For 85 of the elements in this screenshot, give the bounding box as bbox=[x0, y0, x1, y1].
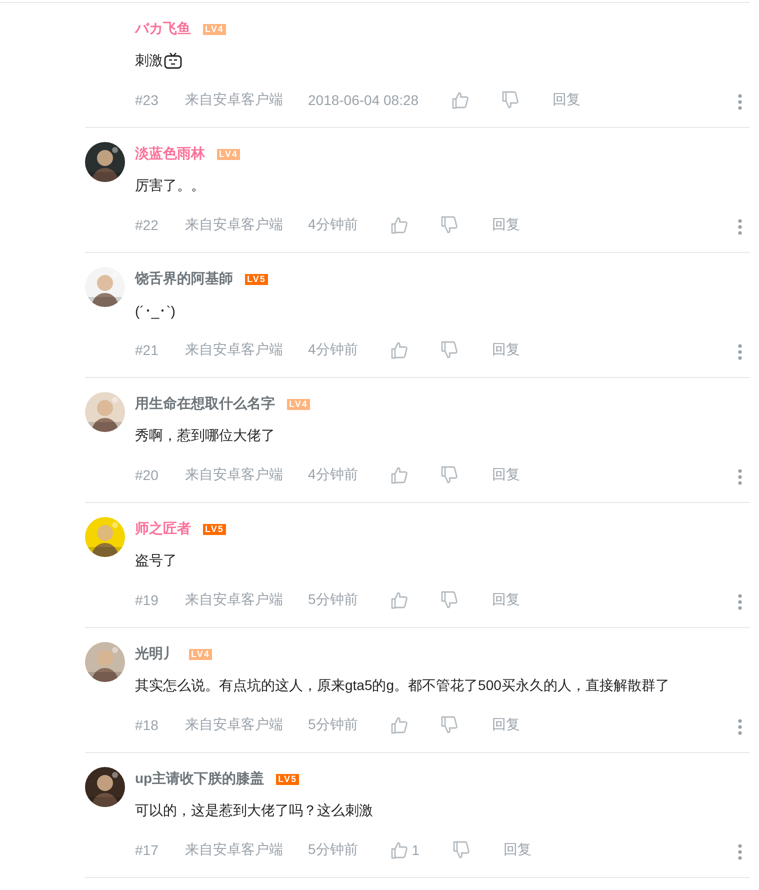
comment-text: 厉害了。。 bbox=[135, 177, 205, 195]
thumbs-down-icon bbox=[440, 216, 458, 234]
more-options-icon[interactable] bbox=[738, 344, 742, 363]
like-button[interactable] bbox=[450, 91, 469, 109]
thumbs-up-icon bbox=[390, 841, 408, 859]
thumbs-up-icon bbox=[390, 216, 408, 234]
more-options-icon[interactable] bbox=[738, 719, 742, 738]
level-badge: LV5 bbox=[276, 774, 299, 784]
thumbs-down-icon bbox=[440, 716, 458, 734]
source-label: 来自安卓客户端 bbox=[185, 466, 283, 484]
floor-number: #17 bbox=[135, 842, 160, 858]
comment-time: 2018-06-04 08:28 bbox=[308, 92, 419, 108]
user-name[interactable]: 师之匠者 bbox=[135, 520, 191, 538]
comment-text: 可以的，这是惹到大佬了吗？这么刺激 bbox=[135, 802, 373, 820]
floor-number: #18 bbox=[135, 717, 160, 733]
thumbs-down-icon bbox=[440, 466, 458, 484]
comment-time: 4分钟前 bbox=[308, 466, 358, 484]
dislike-button[interactable] bbox=[440, 341, 458, 359]
floor-number: #21 bbox=[135, 342, 160, 358]
more-options-icon[interactable] bbox=[738, 94, 742, 113]
like-button[interactable]: 1 bbox=[390, 841, 420, 859]
dislike-button[interactable] bbox=[440, 466, 458, 484]
reply-button[interactable]: 回复 bbox=[492, 216, 520, 234]
reply-button[interactable]: 回复 bbox=[492, 716, 520, 734]
like-button[interactable] bbox=[390, 216, 408, 234]
comment-time: 5分钟前 bbox=[308, 841, 358, 859]
thumbs-down-icon bbox=[500, 91, 519, 109]
more-options-icon[interactable] bbox=[738, 844, 742, 863]
user-name[interactable]: 饶舌界的阿基師 bbox=[135, 270, 233, 288]
thumbs-up-icon bbox=[390, 341, 408, 359]
comment-time: 5分钟前 bbox=[308, 716, 358, 734]
user-name[interactable]: 淡蓝色雨林 bbox=[135, 145, 205, 163]
dislike-button[interactable] bbox=[440, 716, 458, 734]
floor-number: #22 bbox=[135, 217, 160, 233]
source-label: 来自安卓客户端 bbox=[185, 216, 283, 234]
thumbs-up-icon bbox=[450, 91, 469, 109]
comment-text: 刺激 bbox=[135, 52, 163, 70]
dislike-button[interactable] bbox=[440, 591, 458, 609]
reply-button[interactable]: 回复 bbox=[492, 466, 520, 484]
more-options-icon[interactable] bbox=[738, 219, 742, 238]
source-label: 来自安卓客户端 bbox=[185, 716, 283, 734]
dislike-button[interactable] bbox=[452, 841, 470, 859]
floor-number: #19 bbox=[135, 592, 160, 608]
source-label: 来自安卓客户端 bbox=[185, 91, 283, 109]
reply-button[interactable]: 回复 bbox=[552, 91, 581, 109]
thumbs-down-icon bbox=[440, 591, 458, 609]
dislike-button[interactable] bbox=[440, 216, 458, 234]
more-options-icon[interactable] bbox=[738, 594, 742, 613]
comment-text: 盗号了 bbox=[135, 552, 177, 570]
floor-number: #20 bbox=[135, 467, 160, 483]
comment-text: (´･_･`) bbox=[135, 303, 176, 319]
thumbs-up-icon bbox=[390, 591, 408, 609]
thumbs-down-icon bbox=[452, 841, 470, 859]
level-badge: LV4 bbox=[217, 148, 240, 160]
user-name[interactable]: 光明丿 bbox=[135, 645, 177, 663]
reply-button[interactable]: 回复 bbox=[492, 341, 520, 359]
floor-number: #23 bbox=[135, 92, 160, 108]
thumbs-down-icon bbox=[440, 341, 458, 359]
source-label: 来自安卓客户端 bbox=[185, 591, 283, 609]
user-name[interactable]: 用生命在想取什么名字 bbox=[135, 395, 275, 413]
source-label: 来自安卓客户端 bbox=[185, 841, 283, 859]
source-label: 来自安卓客户端 bbox=[185, 341, 283, 359]
user-name[interactable]: up主请收下朕的膝盖 bbox=[135, 770, 264, 788]
like-button[interactable] bbox=[390, 716, 408, 734]
thumbs-up-icon bbox=[390, 716, 408, 734]
comment-text: 秀啊，惹到哪位大佬了 bbox=[135, 427, 275, 445]
tv-emoji-icon bbox=[163, 52, 183, 70]
level-badge: LV5 bbox=[203, 524, 226, 534]
like-button[interactable] bbox=[390, 591, 408, 609]
comment-time: 5分钟前 bbox=[308, 591, 358, 609]
comment-time: 4分钟前 bbox=[308, 216, 358, 234]
like-button[interactable] bbox=[390, 466, 408, 484]
reply-button[interactable]: 回复 bbox=[492, 591, 520, 609]
level-badge: LV4 bbox=[189, 648, 212, 660]
level-badge: LV5 bbox=[245, 274, 268, 284]
more-options-icon[interactable] bbox=[738, 469, 742, 488]
like-button[interactable] bbox=[390, 341, 408, 359]
comment-text: 其实怎么说。有点坑的这人，原来gta5的g。都不管花了500买永久的人，直接解散群了 bbox=[135, 677, 670, 695]
level-badge: LV4 bbox=[203, 24, 226, 34]
dislike-button[interactable] bbox=[500, 91, 519, 109]
thumbs-up-icon bbox=[390, 466, 408, 484]
level-badge: LV4 bbox=[287, 398, 310, 410]
comment-time: 4分钟前 bbox=[308, 341, 358, 359]
user-name[interactable]: バカ飞鱼 bbox=[135, 20, 191, 38]
reply-button[interactable]: 回复 bbox=[504, 841, 532, 859]
